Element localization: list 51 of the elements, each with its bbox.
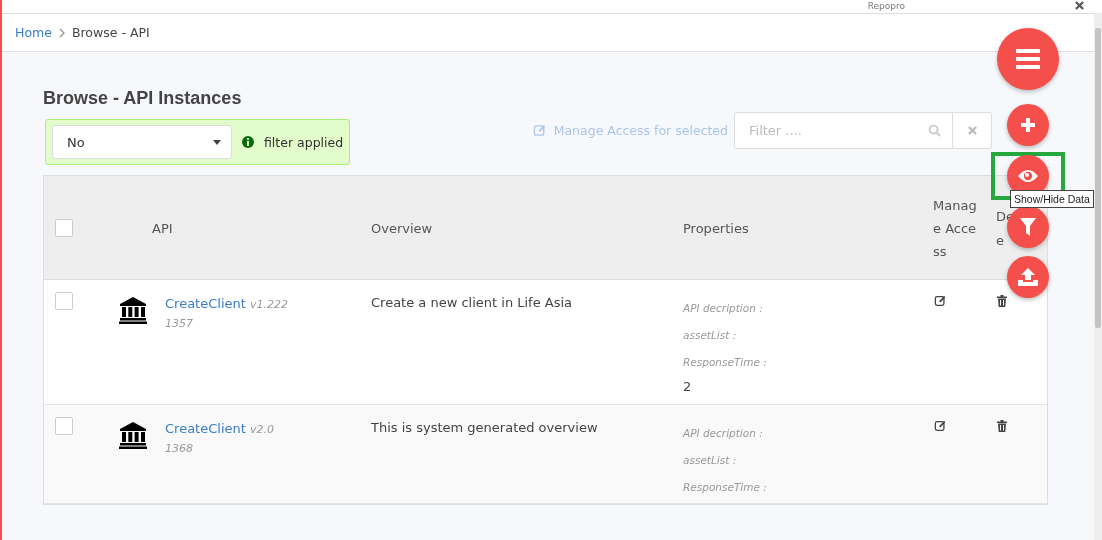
api-version: v2.0 [250,423,274,436]
search-icon [928,124,941,137]
property-label: API decription : [683,302,764,314]
api-version: v1.222 [250,298,288,311]
overview-text: Create a new client in Life Asia [371,295,573,310]
bank-icon [119,296,147,324]
property-label: ResponseTime : [683,356,768,368]
breadcrumb-current: Browse - API [71,25,150,40]
property-label: ResponseTime : [683,481,768,493]
edit-icon [532,124,547,137]
plus-button[interactable] [1007,104,1049,146]
property-label: assetList : [683,329,738,341]
upload-icon [1018,268,1038,286]
edit-icon[interactable] [934,420,947,432]
breadcrumb-link[interactable]: Home [15,25,52,40]
filter-message: filter applied [264,134,344,150]
bank-icon [119,421,147,449]
chevron-icon [58,27,65,38]
info-icon [242,136,254,148]
close-icon [967,126,977,135]
eye-icon [1017,169,1039,183]
menu-icon [1015,49,1041,69]
menu-button[interactable] [997,28,1059,90]
tooltip: Show/Hide Data [1010,190,1094,208]
trash-icon[interactable] [997,295,1007,307]
api-name-link[interactable]: CreateClient [165,296,246,311]
property-label: assetList : [683,454,738,466]
filter-icon [1020,218,1036,236]
column-header: Properties [683,221,749,236]
search-field[interactable]: Filter .... [734,112,953,149]
row-checkbox[interactable] [55,417,73,435]
filter-dropdown[interactable]: No [52,125,232,159]
close-icon[interactable] [1075,1,1084,10]
property-label: API decription : [683,427,764,439]
caret-icon [213,139,221,145]
plus-icon [1020,117,1036,133]
api-id: 1357 [165,317,194,330]
page-title: Browse - API Instances [43,88,243,109]
api-id: 1368 [165,442,194,455]
window-title: Repopro [867,1,905,12]
trash-icon[interactable] [997,420,1007,432]
scrollbar-thumb[interactable] [1095,28,1101,328]
edit-icon[interactable] [934,295,947,307]
overview-text: This is system generated overview [371,420,598,435]
select-all-checkbox[interactable] [55,218,73,237]
column-header: Overview [371,221,433,236]
api-name-link[interactable]: CreateClient [165,421,246,436]
property-value: 2 [683,379,693,394]
row-checkbox[interactable] [55,292,73,310]
column-header: API [152,221,173,236]
column-header: Manage Access [933,197,977,260]
